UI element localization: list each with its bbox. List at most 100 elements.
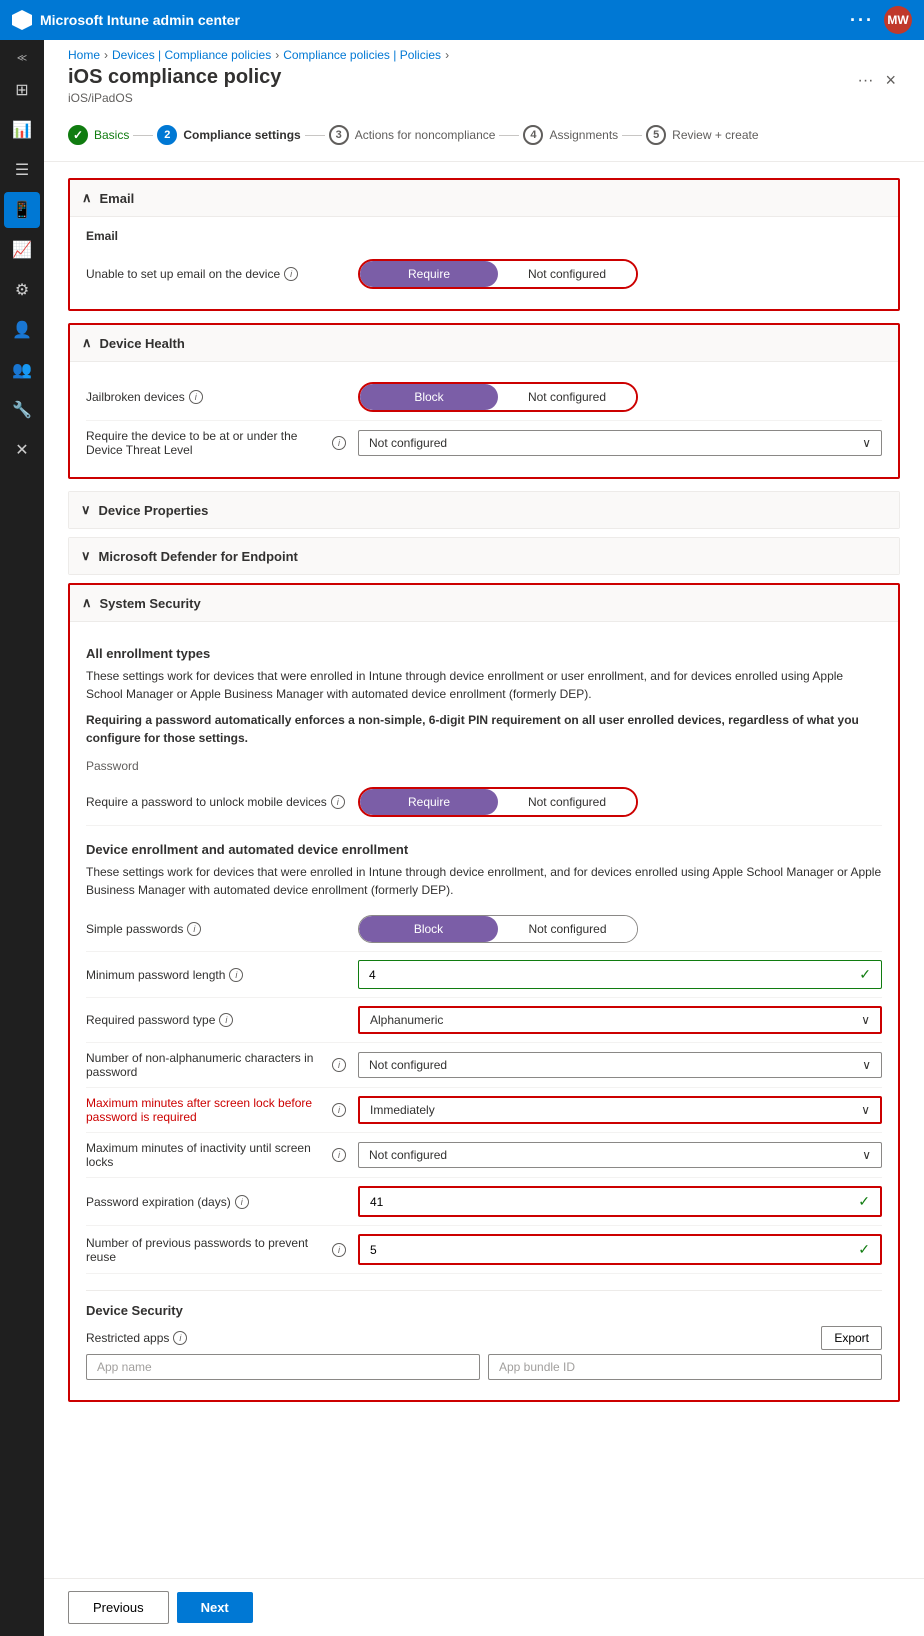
page-header: iOS compliance policy iOS/iPadOS ··· × [44, 66, 924, 117]
app-bundle-input-placeholder: App bundle ID [488, 1354, 882, 1380]
section-device-health-header[interactable]: Device Health [70, 325, 898, 362]
sidebar-collapse-btn[interactable]: ≪ [4, 48, 40, 68]
section-device-properties-header[interactable]: Device Properties [69, 492, 899, 528]
content-area: Email Email Unable to set up email on th… [44, 162, 924, 1636]
step-divider-3 [499, 135, 519, 136]
email-toggle-group: Require Not configured [358, 259, 638, 289]
jailbroken-block-btn[interactable]: Block [360, 384, 498, 410]
step-review[interactable]: 5 Review + create [646, 125, 758, 145]
step-compliance[interactable]: 2 Compliance settings [157, 125, 300, 145]
password-expiry-control: ✓ [358, 1186, 882, 1217]
email-info-icon[interactable]: i [284, 267, 298, 281]
jailbroken-toggle-group: Block Not configured [358, 382, 638, 412]
breadcrumb-policies[interactable]: Compliance policies | Policies [283, 48, 441, 62]
wizard-steps: ✓ Basics 2 Compliance settings 3 Actions… [44, 117, 924, 162]
previous-button[interactable]: Previous [68, 1591, 169, 1624]
section-email-header[interactable]: Email [70, 180, 898, 217]
app-inputs-row: App name App bundle ID [86, 1354, 882, 1380]
prev-passwords-label: Number of previous passwords to prevent … [86, 1236, 346, 1264]
step-basics[interactable]: ✓ Basics [68, 125, 129, 145]
section-defender-title: Microsoft Defender for Endpoint [99, 549, 298, 564]
nonalpha-info-icon[interactable]: i [332, 1058, 346, 1072]
min-password-row: Minimum password length i ✓ [86, 952, 882, 998]
step-actions[interactable]: 3 Actions for noncompliance [329, 125, 496, 145]
breadcrumb-compliance-policies[interactable]: Devices | Compliance policies [112, 48, 271, 62]
page-options[interactable]: ··· [858, 72, 874, 90]
prev-passwords-input[interactable] [370, 1243, 820, 1257]
simple-passwords-row: Simple passwords i Block Not configured [86, 907, 882, 952]
sidebar-item-home[interactable]: ⊞ [4, 72, 40, 108]
export-button[interactable]: Export [821, 1326, 882, 1350]
password-expiry-label: Password expiration (days) i [86, 1195, 346, 1209]
sidebar-item-settings[interactable]: 🔧 [4, 392, 40, 428]
simple-passwords-notconfigured-btn[interactable]: Not configured [498, 916, 637, 942]
screen-lock-info-icon[interactable]: i [332, 1103, 346, 1117]
step-actions-num: 3 [329, 125, 349, 145]
threat-level-dropdown-control: Not configured ∨ [358, 430, 882, 456]
sidebar-item-dashboard[interactable]: 📊 [4, 112, 40, 148]
threat-level-field-row: Require the device to be at or under the… [86, 421, 882, 465]
step-assignments[interactable]: 4 Assignments [523, 125, 618, 145]
step-assignments-num: 4 [523, 125, 543, 145]
section-system-security-header[interactable]: System Security [70, 585, 898, 622]
avatar[interactable]: MW [884, 6, 912, 34]
password-expiry-info-icon[interactable]: i [235, 1195, 249, 1209]
sidebar-item-groups[interactable]: 👥 [4, 352, 40, 388]
sidebar-item-devices[interactable]: 📱 [4, 192, 40, 228]
email-require-btn[interactable]: Require [360, 261, 498, 287]
nonalpha-dropdown[interactable]: Not configured ∨ [358, 1052, 882, 1078]
password-require-btn[interactable]: Require [360, 789, 498, 815]
section-defender: Microsoft Defender for Endpoint [68, 537, 900, 575]
restricted-apps-info-icon[interactable]: i [173, 1331, 187, 1345]
inactivity-info-icon[interactable]: i [332, 1148, 346, 1162]
section-defender-header[interactable]: Microsoft Defender for Endpoint [69, 538, 899, 574]
min-password-input-wrapper: ✓ [358, 960, 882, 989]
screen-lock-row: Maximum minutes after screen lock before… [86, 1088, 882, 1133]
simple-passwords-block-btn[interactable]: Block [359, 916, 498, 942]
nonalpha-label: Number of non-alphanumeric characters in… [86, 1051, 346, 1079]
section-system-security: System Security All enrollment types The… [68, 583, 900, 1402]
email-notconfigured-btn[interactable]: Not configured [498, 261, 636, 287]
sidebar-item-apps[interactable]: ⚙ [4, 272, 40, 308]
more-options[interactable]: ··· [850, 10, 874, 31]
threat-level-info-icon[interactable]: i [332, 436, 346, 450]
password-type-row: Required password type i Alphanumeric ∨ [86, 998, 882, 1043]
main-content: Home › Devices | Compliance policies › C… [44, 40, 924, 1636]
jailbroken-info-icon[interactable]: i [189, 390, 203, 404]
password-type-dropdown[interactable]: Alphanumeric ∨ [358, 1006, 882, 1034]
nonalpha-control: Not configured ∨ [358, 1052, 882, 1078]
simple-passwords-info-icon[interactable]: i [187, 922, 201, 936]
enrollment-types-title: All enrollment types [86, 646, 882, 661]
email-subsection-label: Email [86, 229, 882, 243]
password-notconfigured-btn[interactable]: Not configured [498, 789, 636, 815]
close-button[interactable]: × [881, 66, 900, 95]
inactivity-dropdown[interactable]: Not configured ∨ [358, 1142, 882, 1168]
sidebar-item-x[interactable]: ✕ [4, 432, 40, 468]
screen-lock-dropdown[interactable]: Immediately ∨ [358, 1096, 882, 1124]
breadcrumb-home[interactable]: Home [68, 48, 100, 62]
prev-passwords-info-icon[interactable]: i [332, 1243, 346, 1257]
password-toggle-control: Require Not configured [358, 787, 882, 817]
nonalpha-row: Number of non-alphanumeric characters in… [86, 1043, 882, 1088]
password-type-control: Alphanumeric ∨ [358, 1006, 882, 1034]
min-password-input[interactable] [369, 968, 821, 982]
jailbroken-notconfigured-btn[interactable]: Not configured [498, 384, 636, 410]
system-security-chevron-icon [82, 595, 92, 611]
inactivity-label: Maximum minutes of inactivity until scre… [86, 1141, 346, 1169]
next-button[interactable]: Next [177, 1592, 253, 1623]
section-email: Email Email Unable to set up email on th… [68, 178, 900, 311]
restricted-apps-label: Restricted apps i [86, 1331, 187, 1345]
threat-level-dropdown[interactable]: Not configured ∨ [358, 430, 882, 456]
sidebar-item-reports[interactable]: 📈 [4, 232, 40, 268]
section-device-properties-title: Device Properties [99, 503, 209, 518]
step-review-num: 5 [646, 125, 666, 145]
password-type-info-icon[interactable]: i [219, 1013, 233, 1027]
inactivity-row: Maximum minutes of inactivity until scre… [86, 1133, 882, 1178]
password-info-icon[interactable]: i [331, 795, 345, 809]
min-password-info-icon[interactable]: i [229, 968, 243, 982]
jailbroken-label: Jailbroken devices i [86, 390, 346, 404]
sidebar-item-users[interactable]: 👤 [4, 312, 40, 348]
simple-passwords-label: Simple passwords i [86, 922, 346, 936]
sidebar-item-menu[interactable]: ☰ [4, 152, 40, 188]
password-expiry-input[interactable] [370, 1195, 820, 1209]
